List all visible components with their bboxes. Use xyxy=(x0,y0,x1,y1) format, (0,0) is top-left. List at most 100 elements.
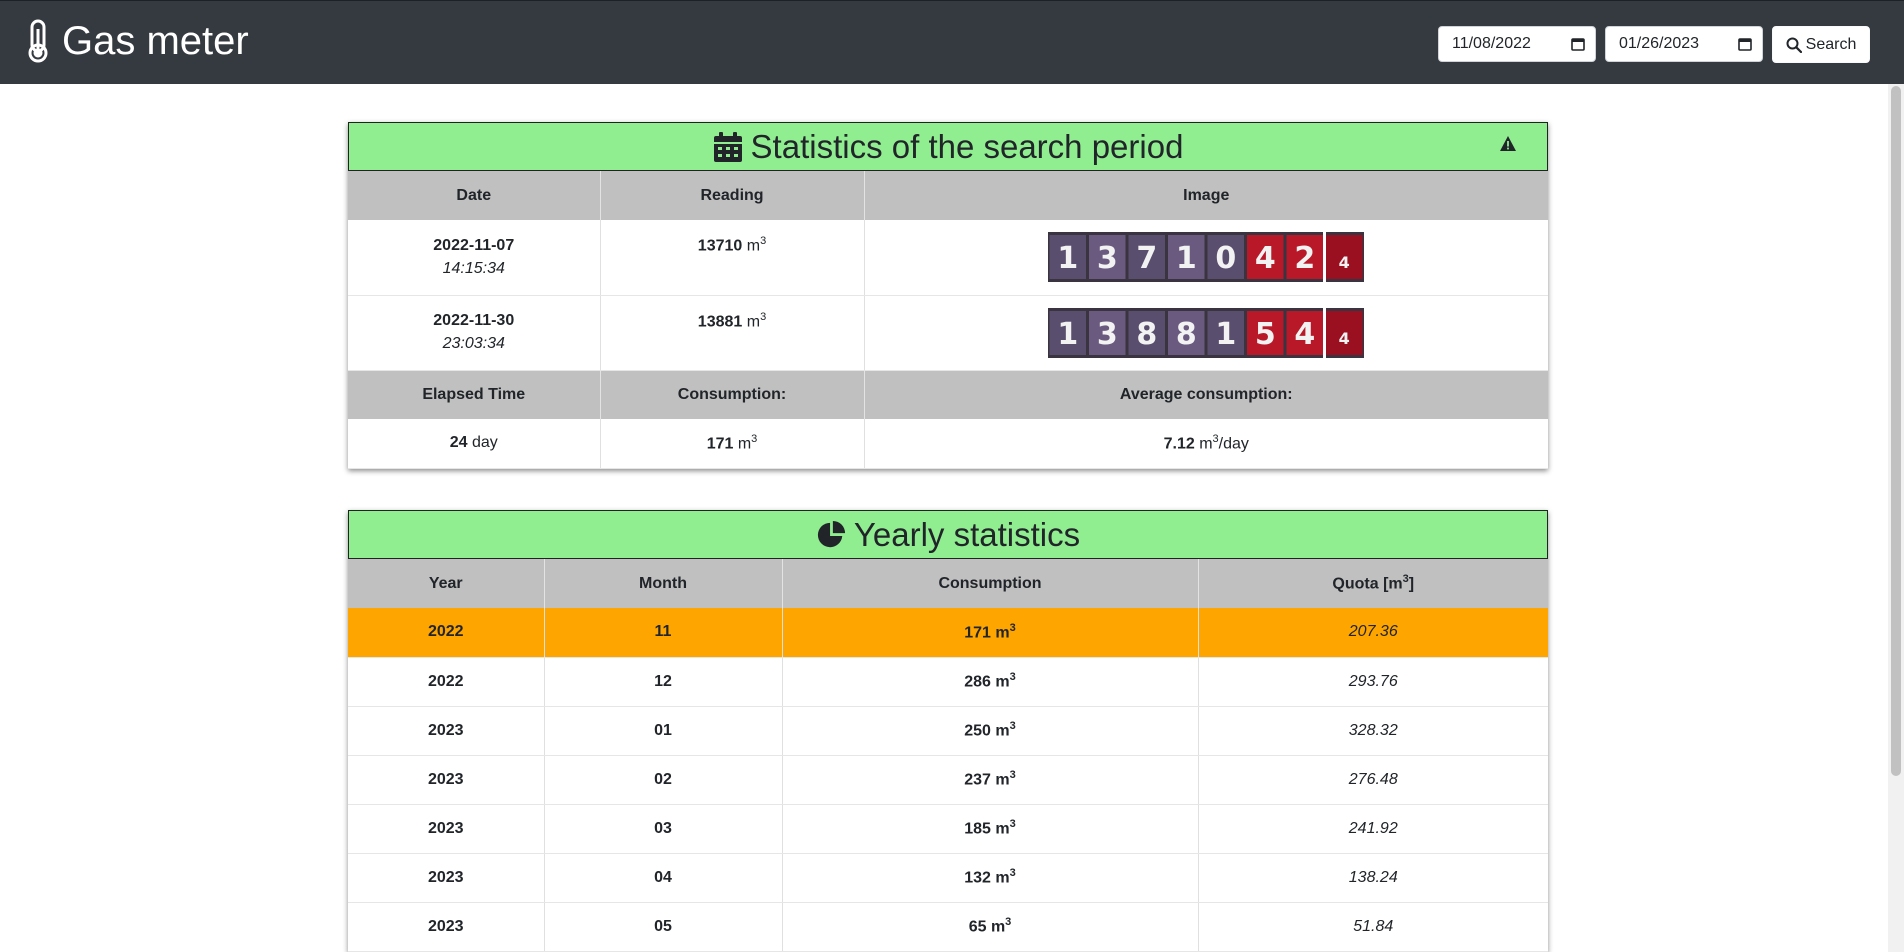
svg-text:4: 4 xyxy=(1295,317,1316,352)
month-cell: 04 xyxy=(544,853,783,903)
table-row: 2023 05 65 m3 51.84 xyxy=(348,902,1548,952)
average-value: 7.12 xyxy=(1163,435,1195,453)
consumption-cell: 286 m3 xyxy=(782,657,1199,707)
elapsed-value: 24 xyxy=(449,434,468,452)
calendar-picker-icon[interactable] xyxy=(1738,37,1752,51)
date-from-value: 11/08/2022 xyxy=(1452,35,1531,52)
svg-text:1: 1 xyxy=(1058,241,1079,276)
scrollbar[interactable] xyxy=(1888,84,1904,952)
app-title: Gas meter xyxy=(62,19,249,63)
column-header: Reading xyxy=(600,171,865,220)
consumption-cell: 237 m3 xyxy=(782,755,1199,805)
yearly-statistics-card: Yearly statistics Year Month Consumption… xyxy=(348,510,1548,952)
date-from-input[interactable]: 11/08/2022 xyxy=(1438,26,1596,62)
meter-image[interactable]: 13710424 xyxy=(1048,232,1365,283)
svg-text:8: 8 xyxy=(1176,317,1197,352)
calendar-icon xyxy=(713,131,742,162)
svg-text:3: 3 xyxy=(1097,317,1118,352)
reading-time: 14:15:34 xyxy=(442,259,505,277)
quota-cell: 293.76 xyxy=(1198,657,1548,707)
table-row: 2023 04 132 m3 138.24 xyxy=(348,853,1548,903)
search-button[interactable]: Search xyxy=(1772,26,1870,63)
year-cell: 2023 xyxy=(348,902,545,952)
brand[interactable]: Gas meter xyxy=(24,15,249,67)
warning-icon[interactable] xyxy=(1499,135,1517,153)
quota-cell: 51.84 xyxy=(1198,902,1548,952)
column-header: Elapsed Time xyxy=(348,370,601,419)
consumption-cell: 250 m3 xyxy=(782,706,1199,756)
table-row: 2023 03 185 m3 241.92 xyxy=(348,804,1548,854)
table-row: 2023 01 250 m3 328.32 xyxy=(348,706,1548,756)
scrollbar-thumb[interactable] xyxy=(1891,86,1901,776)
reading-row: 2022-11-30 23:03:34 13881 m3 13881544 xyxy=(348,295,1548,371)
meter-image[interactable]: 13881544 xyxy=(1048,307,1365,358)
month-cell: 01 xyxy=(544,706,783,756)
table-row: 2023 02 237 m3 276.48 xyxy=(348,755,1548,805)
svg-text:1: 1 xyxy=(1216,317,1237,352)
average-suffix: /day xyxy=(1218,435,1249,453)
consumption-cell: 65 m3 xyxy=(782,902,1199,952)
search-icon xyxy=(1786,37,1802,53)
month-cell: 12 xyxy=(544,657,783,707)
column-header: Image xyxy=(864,171,1548,220)
month-cell: 05 xyxy=(544,902,783,952)
consumption-unit: m xyxy=(737,435,752,453)
reading-value: 13881 xyxy=(697,312,743,330)
year-cell: 2022 xyxy=(348,608,545,658)
period-table: Date Reading Image 2022-11-07 14:15:34 1… xyxy=(348,171,1548,469)
navbar: Gas meter 11/08/2022 01/26/2023 Search xyxy=(0,0,1904,84)
reading-date: 2022-11-07 xyxy=(433,236,515,254)
consumption-cell: 132 m3 xyxy=(782,853,1199,903)
period-card-title: Statistics of the search period xyxy=(750,127,1184,165)
svg-text:2: 2 xyxy=(1295,241,1316,276)
calendar-picker-icon[interactable] xyxy=(1571,37,1585,51)
date-to-input[interactable]: 01/26/2023 xyxy=(1605,26,1763,62)
quota-cell: 328.32 xyxy=(1198,706,1548,756)
svg-text:1: 1 xyxy=(1176,241,1197,276)
year-cell: 2022 xyxy=(348,657,545,707)
period-card-header: Statistics of the search period xyxy=(348,122,1548,171)
column-header: Average consumption: xyxy=(864,370,1548,419)
svg-text:8: 8 xyxy=(1137,317,1158,352)
svg-text:7: 7 xyxy=(1137,241,1158,276)
quota-cell: 241.92 xyxy=(1198,804,1548,854)
year-cell: 2023 xyxy=(348,804,545,854)
quota-cell: 276.48 xyxy=(1198,755,1548,805)
month-cell: 11 xyxy=(544,608,783,658)
svg-text:3: 3 xyxy=(1097,241,1118,276)
thermometer-icon xyxy=(28,19,48,63)
reading-date: 2022-11-30 xyxy=(433,312,515,329)
yearly-table: Year Month Consumption Quota [m3] 2022 11… xyxy=(348,559,1548,952)
column-header: Consumption: xyxy=(600,370,865,419)
year-cell: 2023 xyxy=(348,706,545,756)
consumption-cell: 171 m3 xyxy=(782,608,1199,658)
column-header: Consumption xyxy=(782,559,1199,608)
svg-text:0: 0 xyxy=(1216,241,1237,276)
reading-unit: m xyxy=(746,237,761,255)
svg-text:4: 4 xyxy=(1339,329,1350,348)
svg-text:4: 4 xyxy=(1339,253,1350,272)
reading-unit: m xyxy=(746,312,761,330)
reading-time: 23:03:34 xyxy=(442,335,505,352)
table-row: 2022 11 171 m3 207.36 xyxy=(348,608,1548,658)
year-cell: 2023 xyxy=(348,755,545,805)
column-header: Year xyxy=(348,559,545,608)
yearly-card-title: Yearly statistics xyxy=(853,515,1081,553)
svg-text:4: 4 xyxy=(1255,241,1276,276)
reading-value: 13710 xyxy=(697,237,743,255)
yearly-card-header: Yearly statistics xyxy=(348,510,1548,559)
summary-row: 24 day 171 m3 7.12 m3/day xyxy=(348,419,1548,469)
period-statistics-card: Statistics of the search period Date Rea… xyxy=(348,122,1548,469)
month-cell: 02 xyxy=(544,755,783,805)
svg-text:1: 1 xyxy=(1058,317,1079,352)
year-cell: 2023 xyxy=(348,853,545,903)
quota-cell: 138.24 xyxy=(1198,853,1548,903)
column-header: Quota [m3] xyxy=(1198,559,1548,608)
month-cell: 03 xyxy=(544,804,783,854)
svg-text:5: 5 xyxy=(1255,317,1276,352)
date-to-value: 01/26/2023 xyxy=(1619,35,1700,52)
elapsed-unit: day xyxy=(471,434,498,452)
quota-cell: 207.36 xyxy=(1198,608,1548,658)
search-label: Search xyxy=(1805,35,1857,53)
consumption-value: 171 xyxy=(706,435,734,453)
